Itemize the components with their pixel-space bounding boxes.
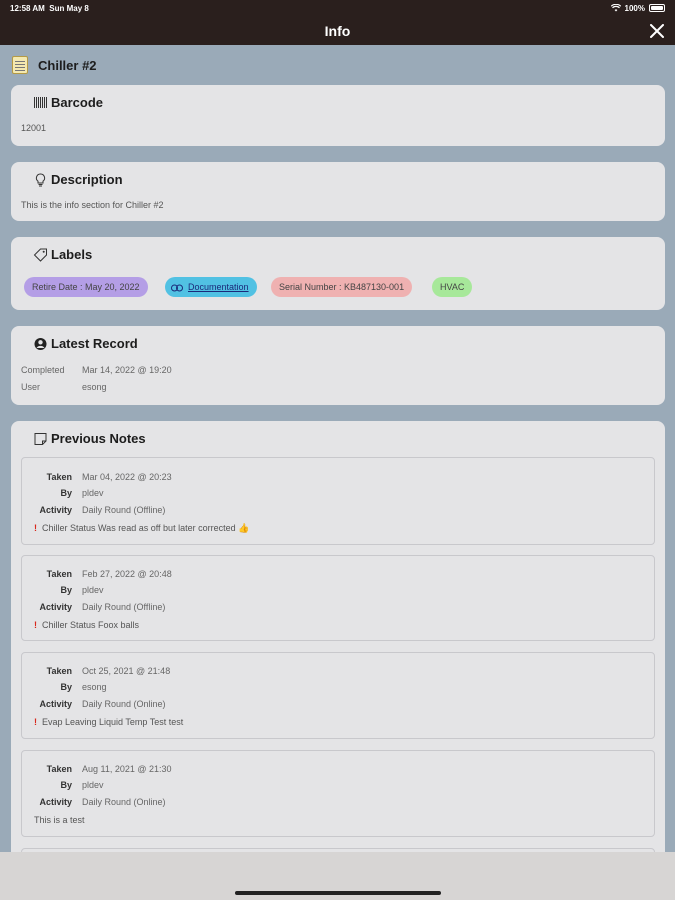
previous-notes-title-text: Previous Notes (51, 431, 146, 446)
status-time: 12:58 AM (10, 3, 45, 13)
taken-label: Taken (46, 764, 72, 774)
barcode-value: 12001 (21, 123, 47, 133)
note-text: ! Chiller Status Was read as off but late… (34, 523, 249, 534)
battery-icon (649, 4, 665, 12)
labels-card: Labels Retire Date : May 20, 2022 Docume… (11, 237, 665, 310)
by-value: pldev (82, 585, 104, 595)
description-card: Description This is the info section for… (11, 162, 665, 221)
barcode-icon (34, 97, 47, 108)
note-icon (34, 432, 47, 445)
taken-value: Mar 04, 2022 @ 20:23 (82, 472, 172, 482)
lightbulb-icon (35, 172, 46, 186)
by-value: pldev (82, 780, 104, 790)
page-title: Info (324, 23, 351, 39)
taken-value: Oct 25, 2021 @ 21:48 (82, 666, 171, 676)
note-text-value: Chiller Status Was read as off but later… (42, 523, 250, 533)
close-icon (650, 24, 664, 38)
close-button[interactable] (647, 21, 667, 41)
previous-notes-card: Previous Notes Taken Mar 04, 2022 @ 20:2… (11, 421, 665, 861)
description-title-text: Description (51, 172, 123, 187)
note-text-value: This is a test (34, 815, 85, 825)
description-title: Description (33, 172, 123, 187)
asset-name: Chiller #2 (38, 57, 97, 73)
note-item[interactable]: Taken Oct 25, 2021 @ 21:48 By esong Acti… (21, 652, 655, 739)
by-label: By (60, 682, 72, 692)
taken-value: Aug 11, 2021 @ 21:30 (82, 764, 172, 774)
activity-value: Daily Round (Offline) (82, 505, 166, 515)
note-text-value: Chiller Status Foox balls (42, 620, 140, 630)
documentation-link[interactable]: Documentation (188, 282, 249, 292)
activity-value: Daily Round (Online) (82, 699, 166, 709)
home-indicator[interactable] (235, 891, 441, 895)
completed-value: Mar 14, 2022 @ 19:20 (82, 365, 172, 375)
note-text-value: Evap Leaving Liquid Temp Test test (42, 717, 184, 727)
description-text: This is the info section for Chiller #2 (21, 200, 164, 210)
user-circle-icon (34, 337, 47, 350)
activity-value: Daily Round (Online) (82, 797, 166, 807)
label-chip-hvac[interactable]: HVAC (432, 277, 473, 297)
note-text: ! Evap Leaving Liquid Temp Test test (34, 717, 183, 727)
by-value: esong (82, 682, 107, 692)
labels-title: Labels (33, 247, 92, 262)
alert-icon: ! (34, 523, 37, 533)
status-date: Sun May 8 (49, 3, 89, 13)
asset-header: Chiller #2 (12, 55, 97, 75)
note-text: ! Chiller Status Foox balls (34, 620, 139, 630)
taken-label: Taken (46, 472, 72, 482)
labels-title-text: Labels (51, 247, 93, 262)
label-chip-serial-number[interactable]: Serial Number : KB487130-001 (271, 277, 413, 297)
barcode-title-text: Barcode (51, 95, 104, 110)
activity-value: Daily Round (Offline) (82, 602, 166, 612)
label-chip-documentation[interactable]: Documentation (165, 277, 257, 297)
status-left: 12:58 AM Sun May 8 (10, 4, 89, 13)
alert-icon: ! (34, 620, 37, 630)
note-item[interactable]: Taken Mar 04, 2022 @ 20:23 By pldev Acti… (21, 457, 655, 545)
status-bar: 12:58 AM Sun May 8 100% (0, 0, 675, 16)
by-label: By (60, 585, 72, 595)
by-label: By (60, 488, 72, 498)
completed-label: Completed (21, 365, 65, 375)
taken-value: Feb 27, 2022 @ 20:48 (82, 569, 172, 579)
taken-label: Taken (46, 666, 72, 676)
alert-icon: ! (34, 717, 37, 727)
note-text: This is a test (34, 815, 85, 825)
activity-label: Activity (39, 797, 72, 807)
label-chip-retire-date[interactable]: Retire Date : May 20, 2022 (24, 277, 148, 297)
user-label: User (21, 382, 41, 392)
user-value: esong (82, 382, 107, 392)
activity-label: Activity (39, 505, 72, 515)
taken-label: Taken (46, 569, 72, 579)
note-item[interactable]: Taken Aug 11, 2021 @ 21:30 By pldev Acti… (21, 750, 655, 837)
barcode-card: Barcode 12001 (11, 85, 665, 146)
status-right: 100% (610, 3, 665, 13)
latest-record-title-text: Latest Record (51, 336, 138, 351)
nav-bar: Info (0, 16, 675, 45)
by-value: pldev (82, 488, 104, 498)
latest-record-card: Latest Record Completed Mar 14, 2022 @ 1… (11, 326, 665, 405)
barcode-title: Barcode (33, 95, 103, 110)
note-item[interactable]: Taken Feb 27, 2022 @ 20:48 By pldev Acti… (21, 555, 655, 641)
latest-record-title: Latest Record (33, 336, 138, 351)
battery-percent: 100% (624, 3, 645, 13)
activity-label: Activity (39, 602, 72, 612)
by-label: By (60, 780, 72, 790)
link-icon (171, 284, 183, 292)
wifi-icon (610, 4, 621, 12)
activity-label: Activity (39, 699, 72, 709)
tag-icon (33, 248, 47, 262)
notepad-icon (12, 56, 28, 74)
previous-notes-title: Previous Notes (33, 431, 146, 446)
